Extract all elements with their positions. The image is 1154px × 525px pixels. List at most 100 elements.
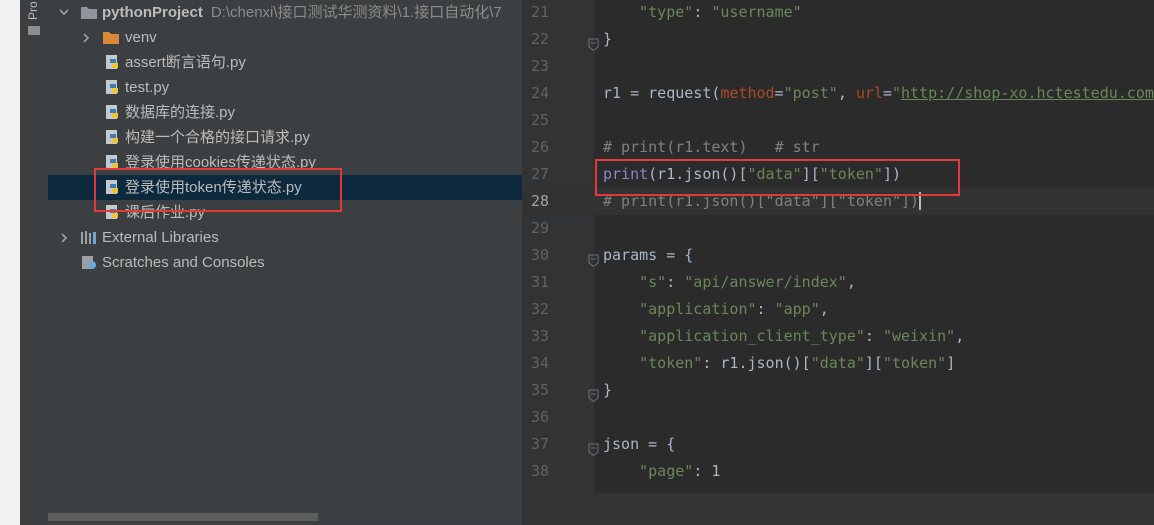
code-editor[interactable]: 21 "type": "username" 22} 23 24 r1 = request… — [522, 0, 1154, 525]
code-line[interactable]: 35} — [522, 377, 1154, 404]
tool-window-strip: Pro — [20, 0, 49, 525]
tree-item-file[interactable]: 课后作业.py — [48, 200, 522, 225]
code-line[interactable]: 36 — [522, 404, 1154, 431]
chevron-right-icon[interactable] — [58, 232, 68, 243]
tree-item-label: test.py — [125, 79, 170, 96]
tree-item-file[interactable]: assert断言语句.py — [48, 50, 522, 75]
line-number: 36 — [530, 408, 549, 426]
scratches-icon — [80, 254, 98, 271]
chevron-right-icon[interactable] — [80, 32, 90, 43]
tree-item-file[interactable]: test.py — [48, 75, 522, 100]
code-line[interactable]: 21 "type": "username" — [522, 0, 1154, 26]
code-text: "s": "api/answer/index", — [639, 273, 856, 291]
project-root-label: pythonProject — [102, 4, 203, 21]
code-line[interactable]: 24 r1 = request(method="post", url="http:… — [522, 80, 1154, 107]
code-line[interactable]: 27 print(r1.json()["data"]["token"]) — [522, 161, 1154, 188]
python-file-icon — [104, 154, 122, 171]
python-file-icon — [104, 179, 122, 196]
line-number: 24 — [530, 84, 549, 102]
fold-marker-icon[interactable] — [588, 249, 599, 268]
code-line[interactable]: 34 "token": r1.json()["data"]["token"] — [522, 350, 1154, 377]
code-line[interactable]: 28 # print(r1.json()["data"]["token"]) — [522, 188, 1154, 215]
text-caret — [919, 192, 922, 210]
line-number: 23 — [530, 57, 549, 75]
code-text: json = { — [603, 435, 676, 453]
code-line[interactable]: 29 — [522, 215, 1154, 242]
line-number: 37 — [530, 435, 549, 453]
line-number: 32 — [530, 300, 549, 318]
line-number: 35 — [530, 381, 549, 399]
folder-icon — [80, 4, 98, 21]
project-tool-button[interactable]: Pro — [26, 2, 42, 20]
code-line[interactable]: 22} — [522, 26, 1154, 53]
horizontal-scrollbar[interactable] — [48, 513, 318, 521]
code-line[interactable]: 32 "application": "app", — [522, 296, 1154, 323]
code-text: "token": r1.json()["data"]["token"] — [639, 354, 956, 372]
code-line[interactable]: 31 "s": "api/answer/index", — [522, 269, 1154, 296]
tree-item-scratches[interactable]: Scratches and Consoles — [48, 250, 522, 275]
tree-item-label: External Libraries — [102, 229, 219, 246]
editor-bottom-area — [522, 493, 1154, 525]
code-line[interactable]: 37 json = { — [522, 431, 1154, 458]
tree-item-label: 课后作业.py — [125, 204, 206, 221]
code-text: print(r1.json()["data"]["token"]) — [603, 165, 902, 183]
line-number: 31 — [530, 273, 549, 291]
tree-item-file-selected[interactable]: 登录使用token传递状态.py — [48, 175, 522, 200]
project-root-path: D:\chenxi\接口测试华测资料\1.接口自动化\7 — [210, 4, 502, 21]
python-file-icon — [104, 204, 122, 221]
line-number: 25 — [530, 111, 549, 129]
tree-item-label: venv — [125, 29, 157, 46]
code-line[interactable]: 26 # print(r1.text) # str — [522, 134, 1154, 161]
python-file-icon — [104, 54, 122, 71]
line-number: 34 — [530, 354, 549, 372]
line-number: 26 — [530, 138, 549, 156]
tree-item-external-libraries[interactable]: External Libraries — [48, 225, 522, 250]
code-text: } — [603, 30, 613, 48]
code-line[interactable]: 38 "page": 1 — [522, 458, 1154, 485]
project-tree-panel: pythonProject D:\chenxi\接口测试华测资料\1.接口自动化\… — [48, 0, 522, 525]
python-file-icon — [104, 129, 122, 146]
code-line[interactable]: 23 — [522, 53, 1154, 80]
code-text: r1 = request(method="post", url="http://… — [603, 84, 1154, 102]
code-text: # print(r1.text) # str — [603, 138, 820, 156]
window-left-edge — [0, 0, 20, 525]
tree-item-file[interactable]: 构建一个合格的接口请求.py — [48, 125, 522, 150]
tree-item-label: 登录使用cookies传递状态.py — [125, 154, 316, 171]
code-text: "page": 1 — [639, 462, 721, 480]
fold-marker-icon[interactable] — [588, 33, 599, 52]
line-number: 28 — [530, 192, 549, 210]
code-text: "type": "username" — [639, 3, 802, 21]
code-text: "application": "app", — [639, 300, 829, 318]
python-file-icon — [104, 79, 122, 96]
code-line[interactable]: 25 — [522, 107, 1154, 134]
line-number: 38 — [530, 462, 549, 480]
fold-marker-icon[interactable] — [588, 438, 599, 457]
tree-item-label: 构建一个合格的接口请求.py — [125, 129, 311, 146]
code-line[interactable]: 33 "application_client_type": "weixin", — [522, 323, 1154, 350]
line-number: 21 — [530, 3, 549, 21]
tree-item-label: assert断言语句.py — [125, 54, 246, 71]
tree-item-file[interactable]: 登录使用cookies传递状态.py — [48, 150, 522, 175]
chevron-down-icon[interactable] — [58, 6, 69, 16]
tree-item-label: 登录使用token传递状态.py — [125, 179, 302, 196]
tree-item-label: 数据库的连接.py — [125, 104, 236, 121]
code-line[interactable]: 30 params = { — [522, 242, 1154, 269]
line-number: 30 — [530, 246, 549, 264]
library-icon — [80, 229, 98, 246]
code-text: "application_client_type": "weixin", — [639, 327, 965, 345]
folder-orange-icon — [102, 29, 120, 46]
fold-marker-icon[interactable] — [588, 384, 599, 403]
code-text: params = { — [603, 246, 694, 264]
tree-item-file[interactable]: 数据库的连接.py — [48, 100, 522, 125]
code-text: } — [603, 381, 613, 399]
python-file-icon — [104, 104, 122, 121]
tree-root-row[interactable]: pythonProject D:\chenxi\接口测试华测资料\1.接口自动化\… — [48, 0, 522, 25]
line-number: 29 — [530, 219, 549, 237]
line-number: 33 — [530, 327, 549, 345]
tree-item-label: Scratches and Consoles — [102, 254, 265, 271]
line-number: 22 — [530, 30, 549, 48]
tree-item-venv[interactable]: venv — [48, 25, 522, 50]
folder-icon[interactable] — [28, 26, 40, 35]
code-text: # print(r1.json()["data"]["token"]) — [603, 192, 922, 210]
line-number: 27 — [530, 165, 549, 183]
